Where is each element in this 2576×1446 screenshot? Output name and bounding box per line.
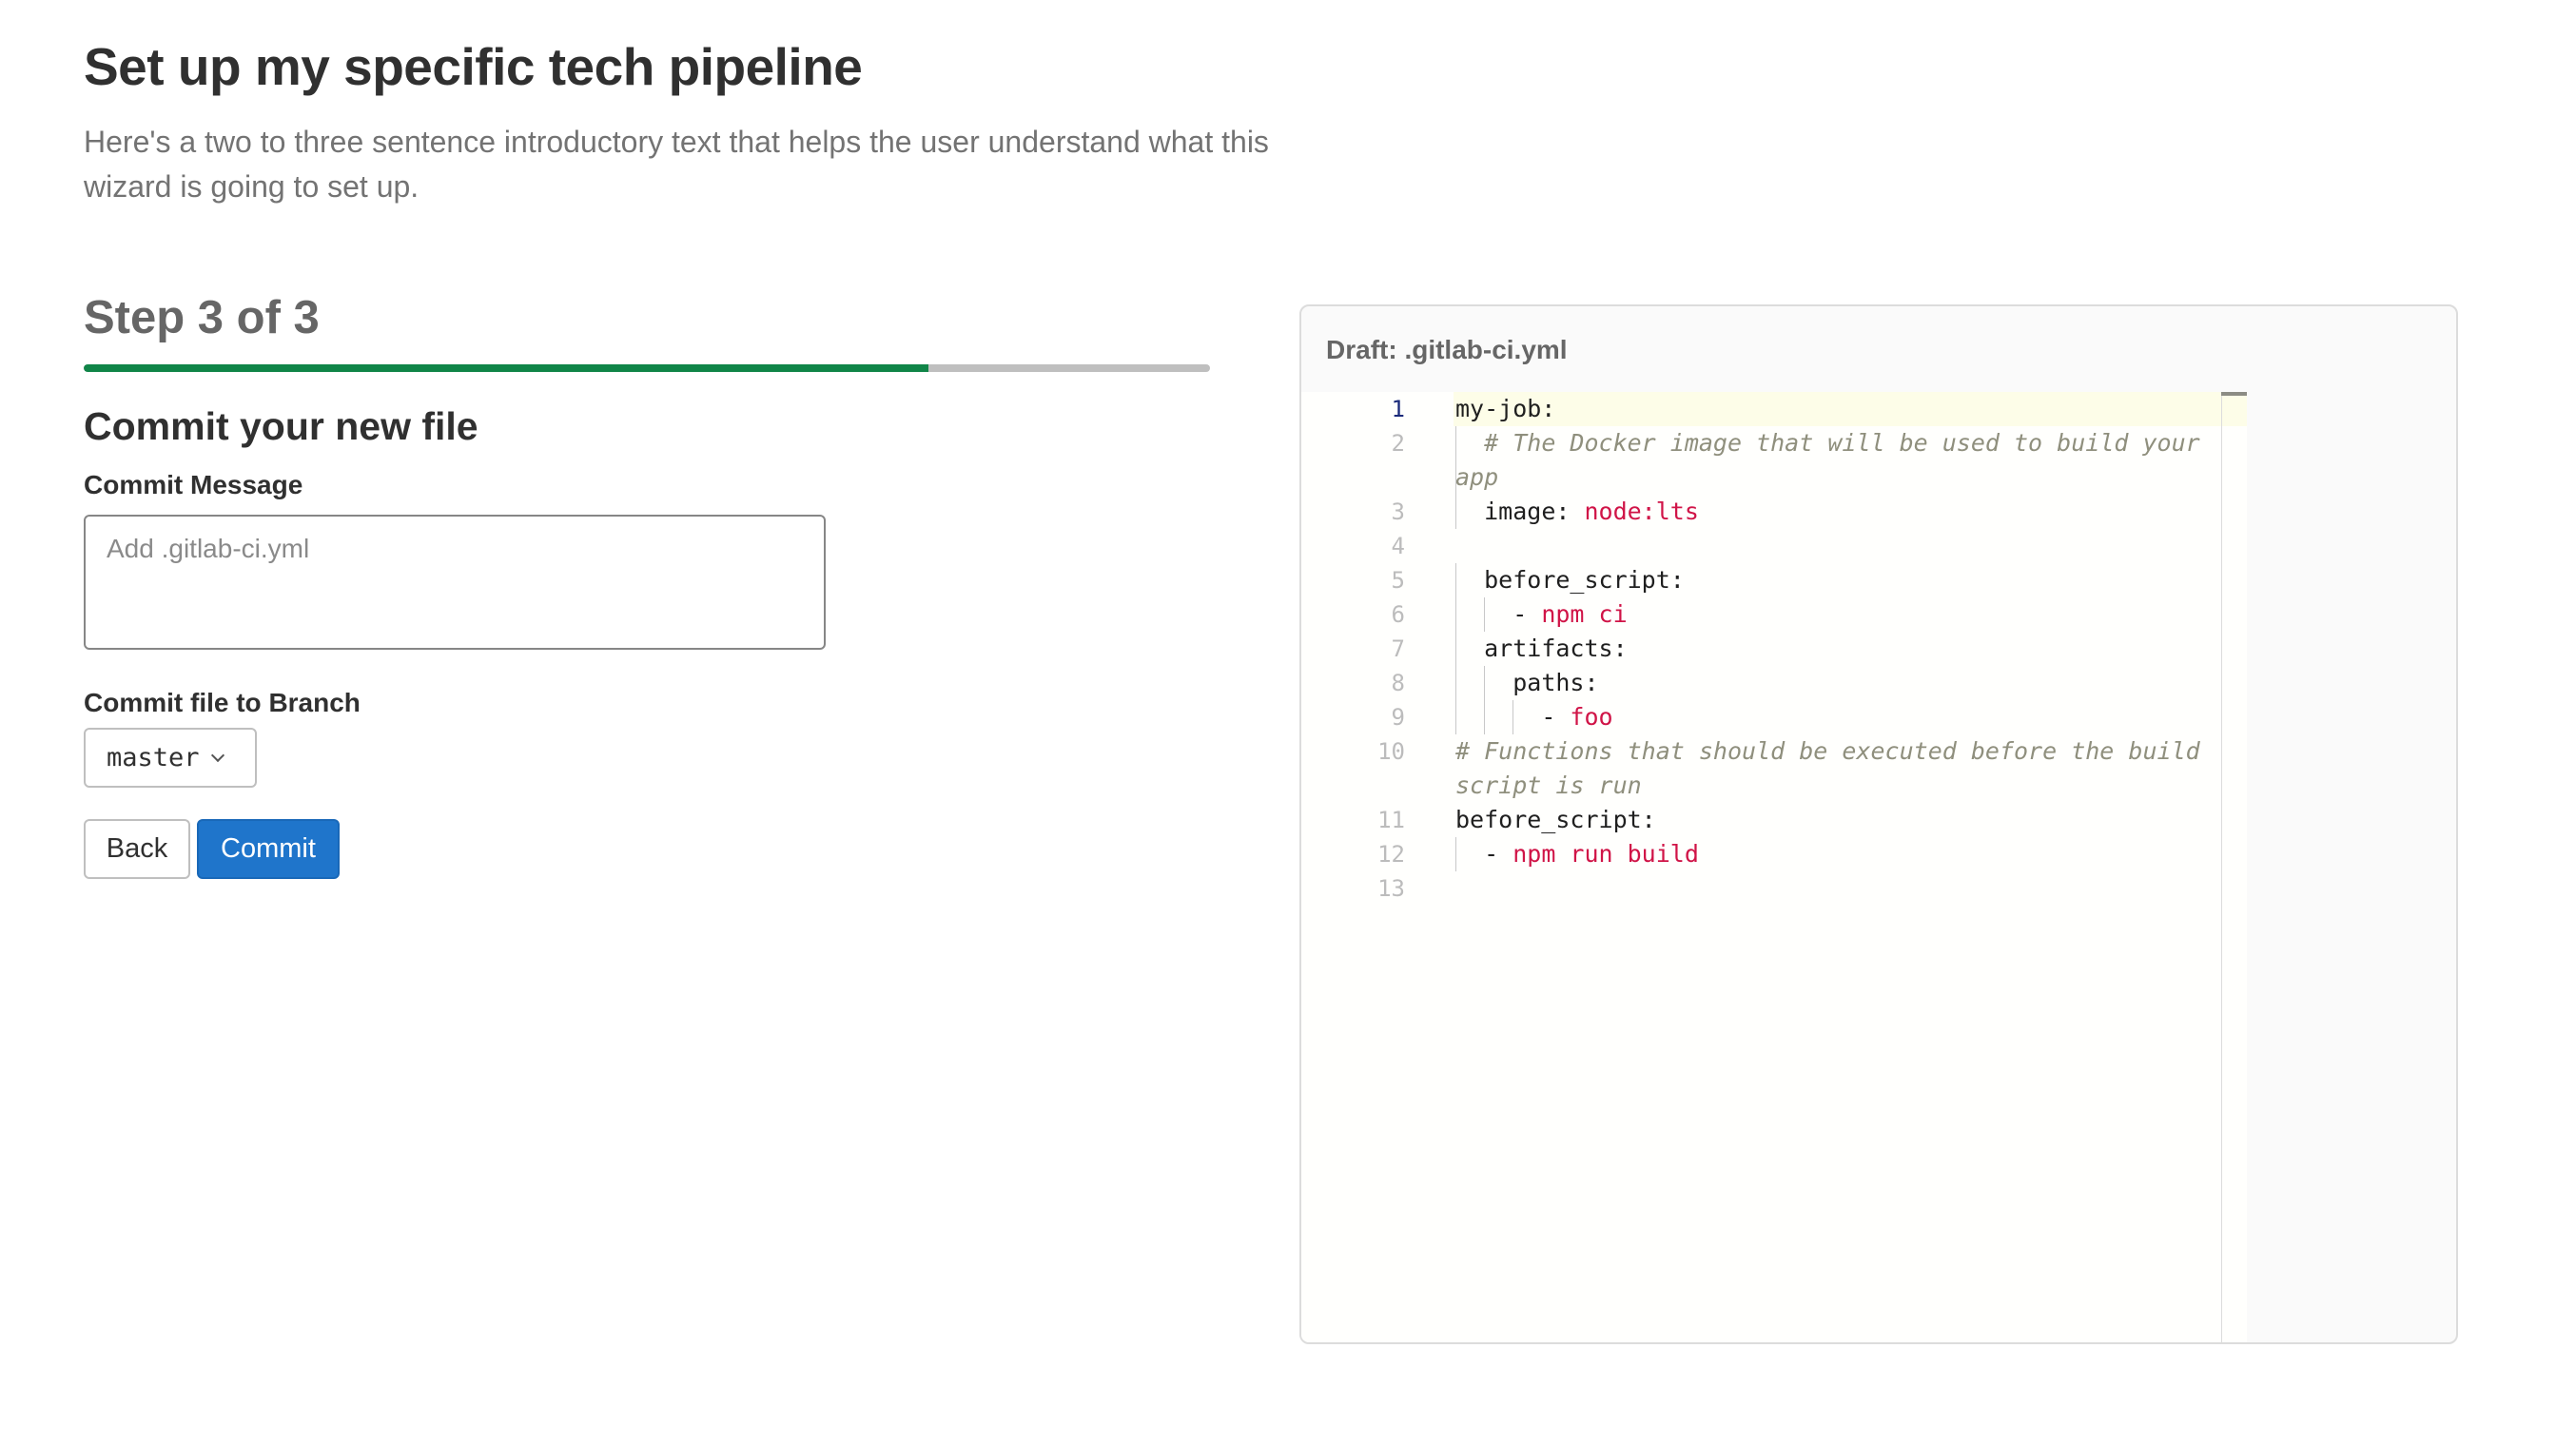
yaml-key: paths: [1512, 669, 1599, 696]
yaml-key: - [1541, 703, 1571, 731]
yaml-key: - [1512, 600, 1542, 628]
indent-guide [1455, 426, 1456, 495]
page-title: Set up my specific tech pipeline [84, 37, 863, 96]
line-content: before_script: [1455, 563, 2207, 597]
commit-button[interactable]: Commit [197, 819, 340, 879]
line-content: image: node:lts [1455, 495, 2207, 529]
indent-guide [1484, 666, 1485, 700]
code-line: 11 before_script: [1301, 803, 2221, 837]
line-content: before_script: [1455, 803, 2207, 837]
code-line: 3 image: node:lts [1301, 495, 2221, 529]
code-lines: 1 my-job: 2 # The Docker image that will b… [1301, 392, 2221, 906]
code-line: 7 artifacts: [1301, 632, 2221, 666]
line-content: # Functions that should be executed befo… [1455, 734, 2207, 803]
yaml-value: npm ci [1541, 600, 1628, 628]
indent-guide [1455, 837, 1456, 871]
line-number: 11 [1377, 807, 1405, 833]
yaml-key: - [1484, 840, 1513, 868]
indent-guide [1455, 597, 1456, 632]
code-line: 10 # Functions that should be executed be… [1301, 734, 2221, 803]
yaml-comment: # The Docker image that will be used to … [1455, 429, 2215, 491]
line-content: artifacts: [1455, 632, 2207, 666]
indent-guide [1484, 597, 1485, 632]
line-number: 4 [1391, 533, 1405, 559]
code-line: 12 - npm run build [1301, 837, 2221, 871]
commit-message-label: Commit Message [84, 470, 303, 499]
yaml-comment: # Functions that should be executed befo… [1455, 737, 2215, 799]
code-line: 13 [1301, 871, 2221, 906]
line-number: 2 [1391, 430, 1405, 457]
line-content: # The Docker image that will be used to … [1455, 426, 2207, 495]
yaml-value: node:lts [1584, 498, 1699, 525]
indent-guide [1455, 700, 1456, 734]
code-line: 1 my-job: [1301, 392, 2221, 426]
indent-guide [1512, 700, 1513, 734]
code-line: 6 - npm ci [1301, 597, 2221, 632]
line-number: 8 [1391, 670, 1405, 696]
editor-vertical-ruler [2221, 392, 2222, 1342]
code-line: 4 [1301, 529, 2221, 563]
code-line: 2 # The Docker image that will be used t… [1301, 426, 2221, 495]
code-line: 8 paths: [1301, 666, 2221, 700]
line-content: my-job: [1455, 392, 2207, 426]
line-content [1455, 871, 2207, 906]
code-editor[interactable]: 1 my-job: 2 # The Docker image that will b… [1301, 392, 2247, 1342]
line-content: paths: [1455, 666, 2207, 700]
indent-guide [1455, 563, 1456, 597]
line-content: - foo [1455, 700, 2207, 734]
progress-bar-fill [84, 364, 928, 372]
line-number: 10 [1377, 738, 1405, 765]
line-number: 3 [1391, 498, 1405, 525]
branch-select[interactable]: master [84, 728, 257, 788]
section-title: Commit your new file [84, 404, 478, 448]
yaml-value: foo [1570, 703, 1613, 731]
back-button[interactable]: Back [84, 819, 190, 879]
editor-scrollbar-thumb[interactable] [2221, 392, 2247, 396]
line-content: - npm run build [1455, 837, 2207, 871]
line-number: 9 [1391, 704, 1405, 731]
intro-text: Here's a two to three sentence introduct… [84, 125, 1269, 204]
indent-guide [1455, 666, 1456, 700]
code-line: 5 before_script: [1301, 563, 2221, 597]
draft-file-title: Draft: .gitlab-ci.yml [1326, 335, 1568, 364]
line-number: 12 [1377, 841, 1405, 868]
yaml-value: npm run build [1512, 840, 1699, 868]
yaml-key: image: [1484, 498, 1585, 525]
line-content [1455, 529, 2207, 563]
chevron-down-icon [210, 748, 224, 762]
code-line: 9 - foo [1301, 700, 2221, 734]
line-number: 6 [1391, 601, 1405, 628]
progress-bar [84, 364, 1210, 372]
yaml-key: my-job: [1455, 395, 1556, 422]
indent-guide [1455, 495, 1456, 529]
yaml-key: before_script: [1484, 566, 1685, 594]
indent-guide [1455, 632, 1456, 666]
commit-message-input[interactable] [84, 515, 826, 650]
line-number: 1 [1391, 396, 1405, 422]
branch-select-value: master [107, 743, 200, 772]
yaml-key: before_script: [1455, 806, 1656, 833]
draft-file-panel: Draft: .gitlab-ci.yml 1 my-job: 2 # The Do… [1299, 304, 2458, 1344]
line-number: 7 [1391, 635, 1405, 662]
line-number: 13 [1377, 875, 1405, 902]
line-content: - npm ci [1455, 597, 2207, 632]
indent-guide [1484, 700, 1485, 734]
line-number: 5 [1391, 567, 1405, 594]
step-indicator: Step 3 of 3 [84, 292, 320, 343]
yaml-key: artifacts: [1484, 635, 1628, 662]
branch-label: Commit file to Branch [84, 688, 361, 717]
